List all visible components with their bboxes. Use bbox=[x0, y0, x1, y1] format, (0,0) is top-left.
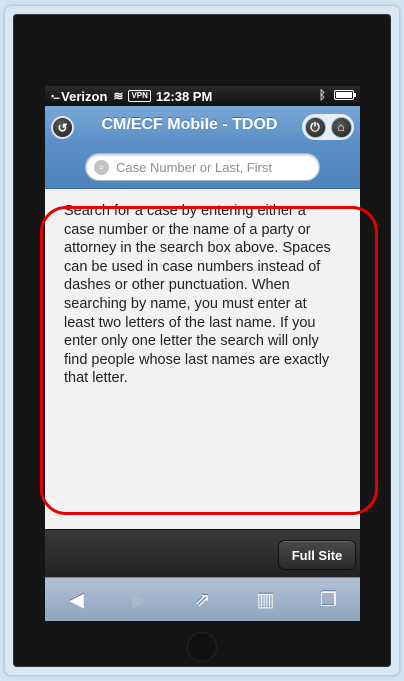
signal-strength: •.... bbox=[51, 91, 60, 101]
highlight-outline bbox=[40, 206, 378, 515]
logout-button[interactable]: ⏻ bbox=[304, 116, 326, 138]
status-bar: •.... Verizon ≋ VPN 12:38 PM ᛒ bbox=[45, 86, 360, 106]
home-button[interactable]: ⌂ bbox=[330, 116, 352, 138]
browser-forward-icon[interactable]: ▶ bbox=[125, 589, 155, 612]
status-right: ᛒ bbox=[318, 88, 356, 102]
status-time: 12:38 PM bbox=[155, 88, 213, 104]
vpn-badge: VPN bbox=[128, 90, 151, 102]
full-site-button[interactable]: Full Site bbox=[278, 540, 356, 570]
browser-toolbar: ◀ ▶ ⇗ ▥ ❐ bbox=[45, 577, 360, 621]
bluetooth-icon: ᛒ bbox=[318, 88, 326, 102]
home-icon: ⌂ bbox=[337, 120, 345, 134]
share-icon[interactable]: ⇗ bbox=[188, 589, 218, 612]
header-actions: ⏻ ⌂ bbox=[302, 114, 354, 140]
search-box[interactable]: ⌕ bbox=[85, 153, 320, 181]
power-icon: ⏻ bbox=[310, 119, 320, 134]
carrier-name: Verizon bbox=[61, 88, 108, 104]
app-header: ↺ CM/ECF Mobile - TDOD ⏻ ⌂ ⌕ bbox=[45, 106, 360, 189]
page-title: CM/ECF Mobile - TDOD bbox=[101, 116, 278, 133]
wifi-icon: ≋ bbox=[113, 89, 124, 103]
search-icon: ⌕ bbox=[94, 159, 109, 175]
back-button[interactable]: ↺ bbox=[51, 116, 74, 139]
back-arrow-icon: ↺ bbox=[57, 120, 68, 135]
battery-icon bbox=[334, 90, 356, 100]
bookmarks-icon[interactable]: ▥ bbox=[251, 589, 281, 612]
search-input[interactable] bbox=[114, 158, 298, 176]
tabs-icon[interactable]: ❐ bbox=[314, 589, 344, 612]
home-hardware-button[interactable] bbox=[187, 632, 217, 662]
app-footer: Full Site bbox=[45, 529, 360, 578]
browser-back-icon[interactable]: ◀ bbox=[62, 589, 92, 612]
